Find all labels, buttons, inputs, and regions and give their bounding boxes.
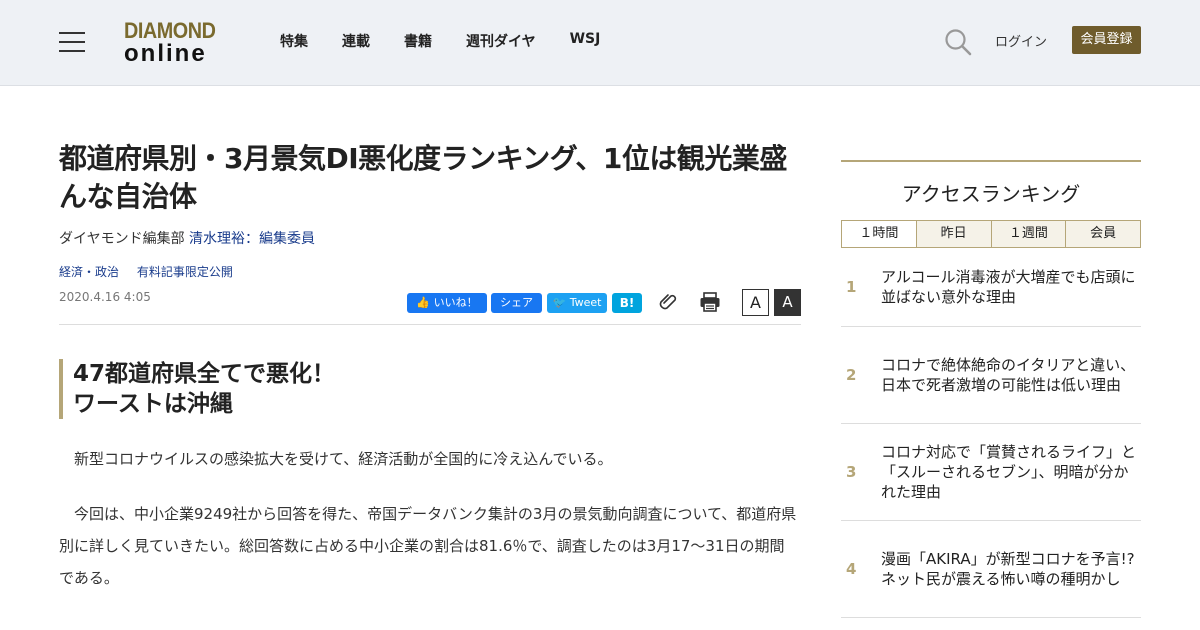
hatena-bookmark-button[interactable]: B! xyxy=(612,293,642,313)
tag-economy[interactable]: 経済・政治 xyxy=(59,265,119,279)
ranking-item[interactable]: 4 漫画「AKIRA」が新型コロナを予言!?ネット民が震える怖い噂の種明かし xyxy=(841,521,1141,618)
facebook-share-button[interactable]: シェア xyxy=(491,293,542,313)
ranking-number: 2 xyxy=(846,366,857,384)
ranking-title-text: コロナで絶体絶命のイタリアと違い、日本で死者激増の可能性は低い理由 xyxy=(881,356,1136,394)
ranking-title-text: 漫画「AKIRA」が新型コロナを予言!?ネット民が震える怖い噂の種明かし xyxy=(881,550,1135,588)
site-header: DIAMOND online 特集 連載 書籍 週刊ダイヤ WSJ ログイン 会… xyxy=(0,0,1200,86)
ranking-title-text: アルコール消毒液が大増産でも店頭に並ばない意外な理由 xyxy=(881,268,1136,306)
search-icon[interactable] xyxy=(944,28,972,56)
tab-yesterday[interactable]: 昨日 xyxy=(915,221,991,247)
tab-1week[interactable]: １週間 xyxy=(990,221,1066,247)
ranking-tabs: １時間 昨日 １週間 会員 xyxy=(841,220,1141,248)
font-size-normal-button[interactable]: A xyxy=(742,289,769,316)
ranking-top-border xyxy=(841,160,1141,162)
ranking-item[interactable]: 3 コロナ対応で「賞賛されるライフ」と「スルーされるセブン」、明暗が分かれた理由 xyxy=(841,424,1141,521)
author-prefix: ダイヤモンド編集部 xyxy=(59,231,185,247)
nav-item-books[interactable]: 書籍 xyxy=(404,31,432,51)
ranking-title-text: コロナ対応で「賞賛されるライフ」と「スルーされるセブン」、明暗が分かれた理由 xyxy=(881,443,1137,501)
article-paragraph: 新型コロナウイルスの感染拡大を受けて、経済活動が全国的に冷え込んでいる。 xyxy=(74,450,613,468)
article-divider xyxy=(59,324,801,325)
menu-icon[interactable] xyxy=(59,32,85,52)
site-logo[interactable]: DIAMOND online xyxy=(124,20,228,66)
print-icon[interactable] xyxy=(699,291,721,313)
login-link[interactable]: ログイン xyxy=(995,31,1047,50)
article-subhead: 47都道府県全てで悪化！ ワーストは沖縄 xyxy=(59,359,799,419)
article-paragraph: 今回は、中小企業9249社から回答を得た、帝国データバンク集計の3月の景気動向調… xyxy=(59,505,797,587)
tab-members[interactable]: 会員 xyxy=(1065,221,1140,247)
article-tags: 経済・政治 有料記事限定公開 xyxy=(59,263,247,280)
logo-line1: DIAMOND xyxy=(124,18,216,43)
ranking-title: アクセスランキング xyxy=(901,182,1081,206)
like-label: いいね！ xyxy=(433,296,478,309)
main-nav: 特集 連載 書籍 週刊ダイヤ WSJ xyxy=(280,31,634,51)
ranking-number: 1 xyxy=(846,278,857,296)
ranking-number: 3 xyxy=(846,463,857,481)
ranking-item[interactable]: 2 コロナで絶体絶命のイタリアと違い、日本で死者激増の可能性は低い理由 xyxy=(841,327,1141,424)
font-size-large-button[interactable]: A xyxy=(774,289,801,316)
nav-item-series[interactable]: 連載 xyxy=(342,31,370,51)
register-button[interactable]: 会員登録 xyxy=(1072,26,1141,54)
tweet-button[interactable]: 🐦 Tweet xyxy=(547,293,607,313)
subhead-line2: ワーストは沖縄 xyxy=(73,391,233,417)
tab-1hour[interactable]: １時間 xyxy=(842,221,916,247)
author-link[interactable]: 清水理裕：編集委員 xyxy=(189,231,315,247)
subhead-line1: 47都道府県全てで悪化！ xyxy=(73,361,336,387)
ranking-item[interactable]: 1 アルコール消毒液が大増産でも店頭に並ばない意外な理由 xyxy=(841,248,1141,327)
article-title: 都道府県別・3月景気DI悪化度ランキング、1位は観光業盛んな自治体 xyxy=(59,142,787,213)
tag-paid[interactable]: 有料記事限定公開 xyxy=(137,265,233,279)
paperclip-icon[interactable] xyxy=(658,291,680,313)
nav-item-weekly[interactable]: 週刊ダイヤ xyxy=(466,31,536,51)
ranking-number: 4 xyxy=(846,560,857,578)
facebook-like-button[interactable]: 👍 いいね！ xyxy=(407,293,487,313)
nav-item-wsj[interactable]: WSJ xyxy=(570,31,601,51)
article-author: ダイヤモンド編集部 清水理裕：編集委員 xyxy=(59,228,315,248)
logo-line2: online xyxy=(124,40,207,67)
article-date: 2020.4.16 4:05 xyxy=(59,290,151,304)
access-ranking: アクセスランキング １時間 昨日 １週間 会員 1 アルコール消毒液が大増産でも… xyxy=(841,160,1141,618)
nav-item-feature[interactable]: 特集 xyxy=(280,31,308,51)
tweet-label: Tweet xyxy=(569,296,602,309)
